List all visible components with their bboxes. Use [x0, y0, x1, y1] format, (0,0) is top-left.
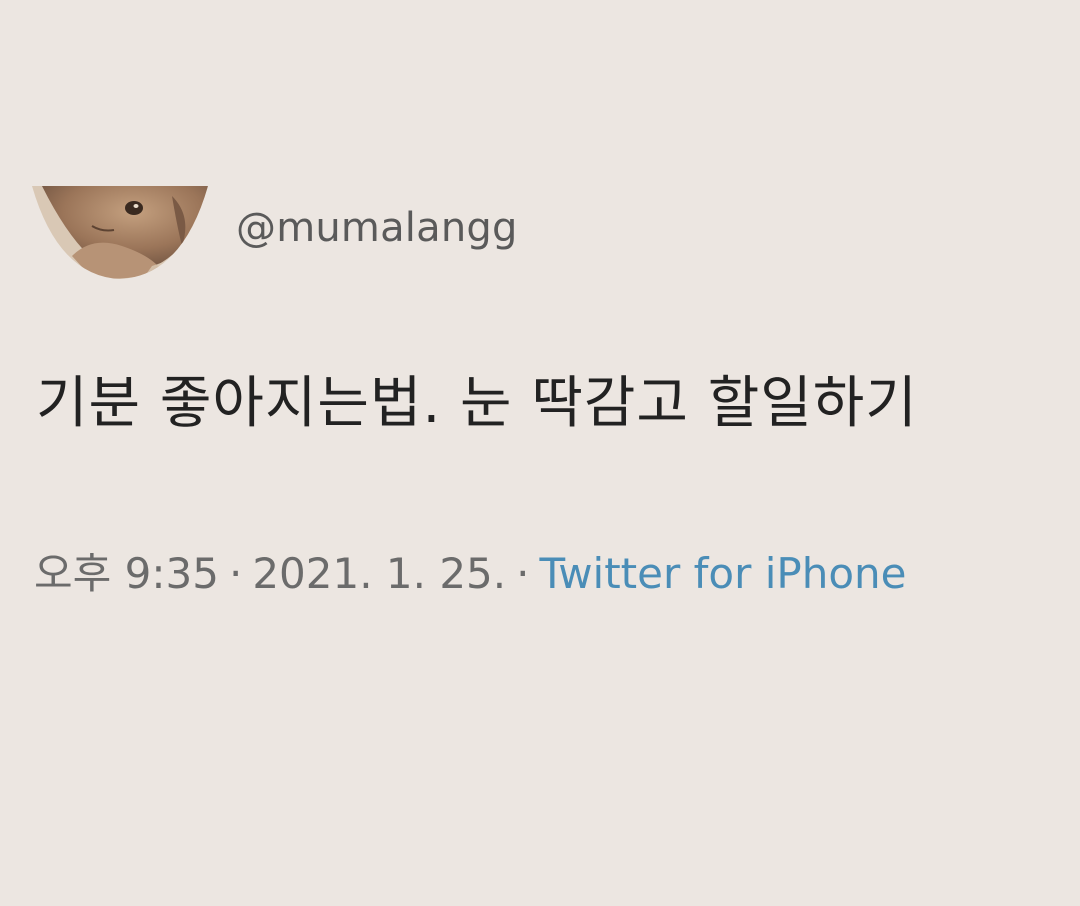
username-handle[interactable]: @mumalangg	[236, 205, 518, 251]
separator-dot: ·	[228, 549, 243, 598]
tweet-time[interactable]: 오후 9:35	[34, 549, 219, 598]
separator-dot: ·	[516, 549, 530, 598]
tweet-text: 기분 좋아지는법. 눈 딱감고 할일하기	[36, 371, 918, 436]
tweet-card: @mumalangg 기분 좋아지는법. 눈 딱감고 할일하기 오후 9:35 ·…	[0, 0, 1080, 906]
tweet-meta: 오후 9:35 · 2021. 1. 25. · Twitter for iPhone	[34, 540, 906, 601]
tweet-date[interactable]: 2021. 1. 25.	[252, 549, 506, 598]
tweet-source-link[interactable]: Twitter for iPhone	[539, 549, 906, 598]
rabbit-avatar-icon[interactable]	[32, 186, 208, 280]
tweet-header: @mumalangg	[32, 186, 518, 280]
